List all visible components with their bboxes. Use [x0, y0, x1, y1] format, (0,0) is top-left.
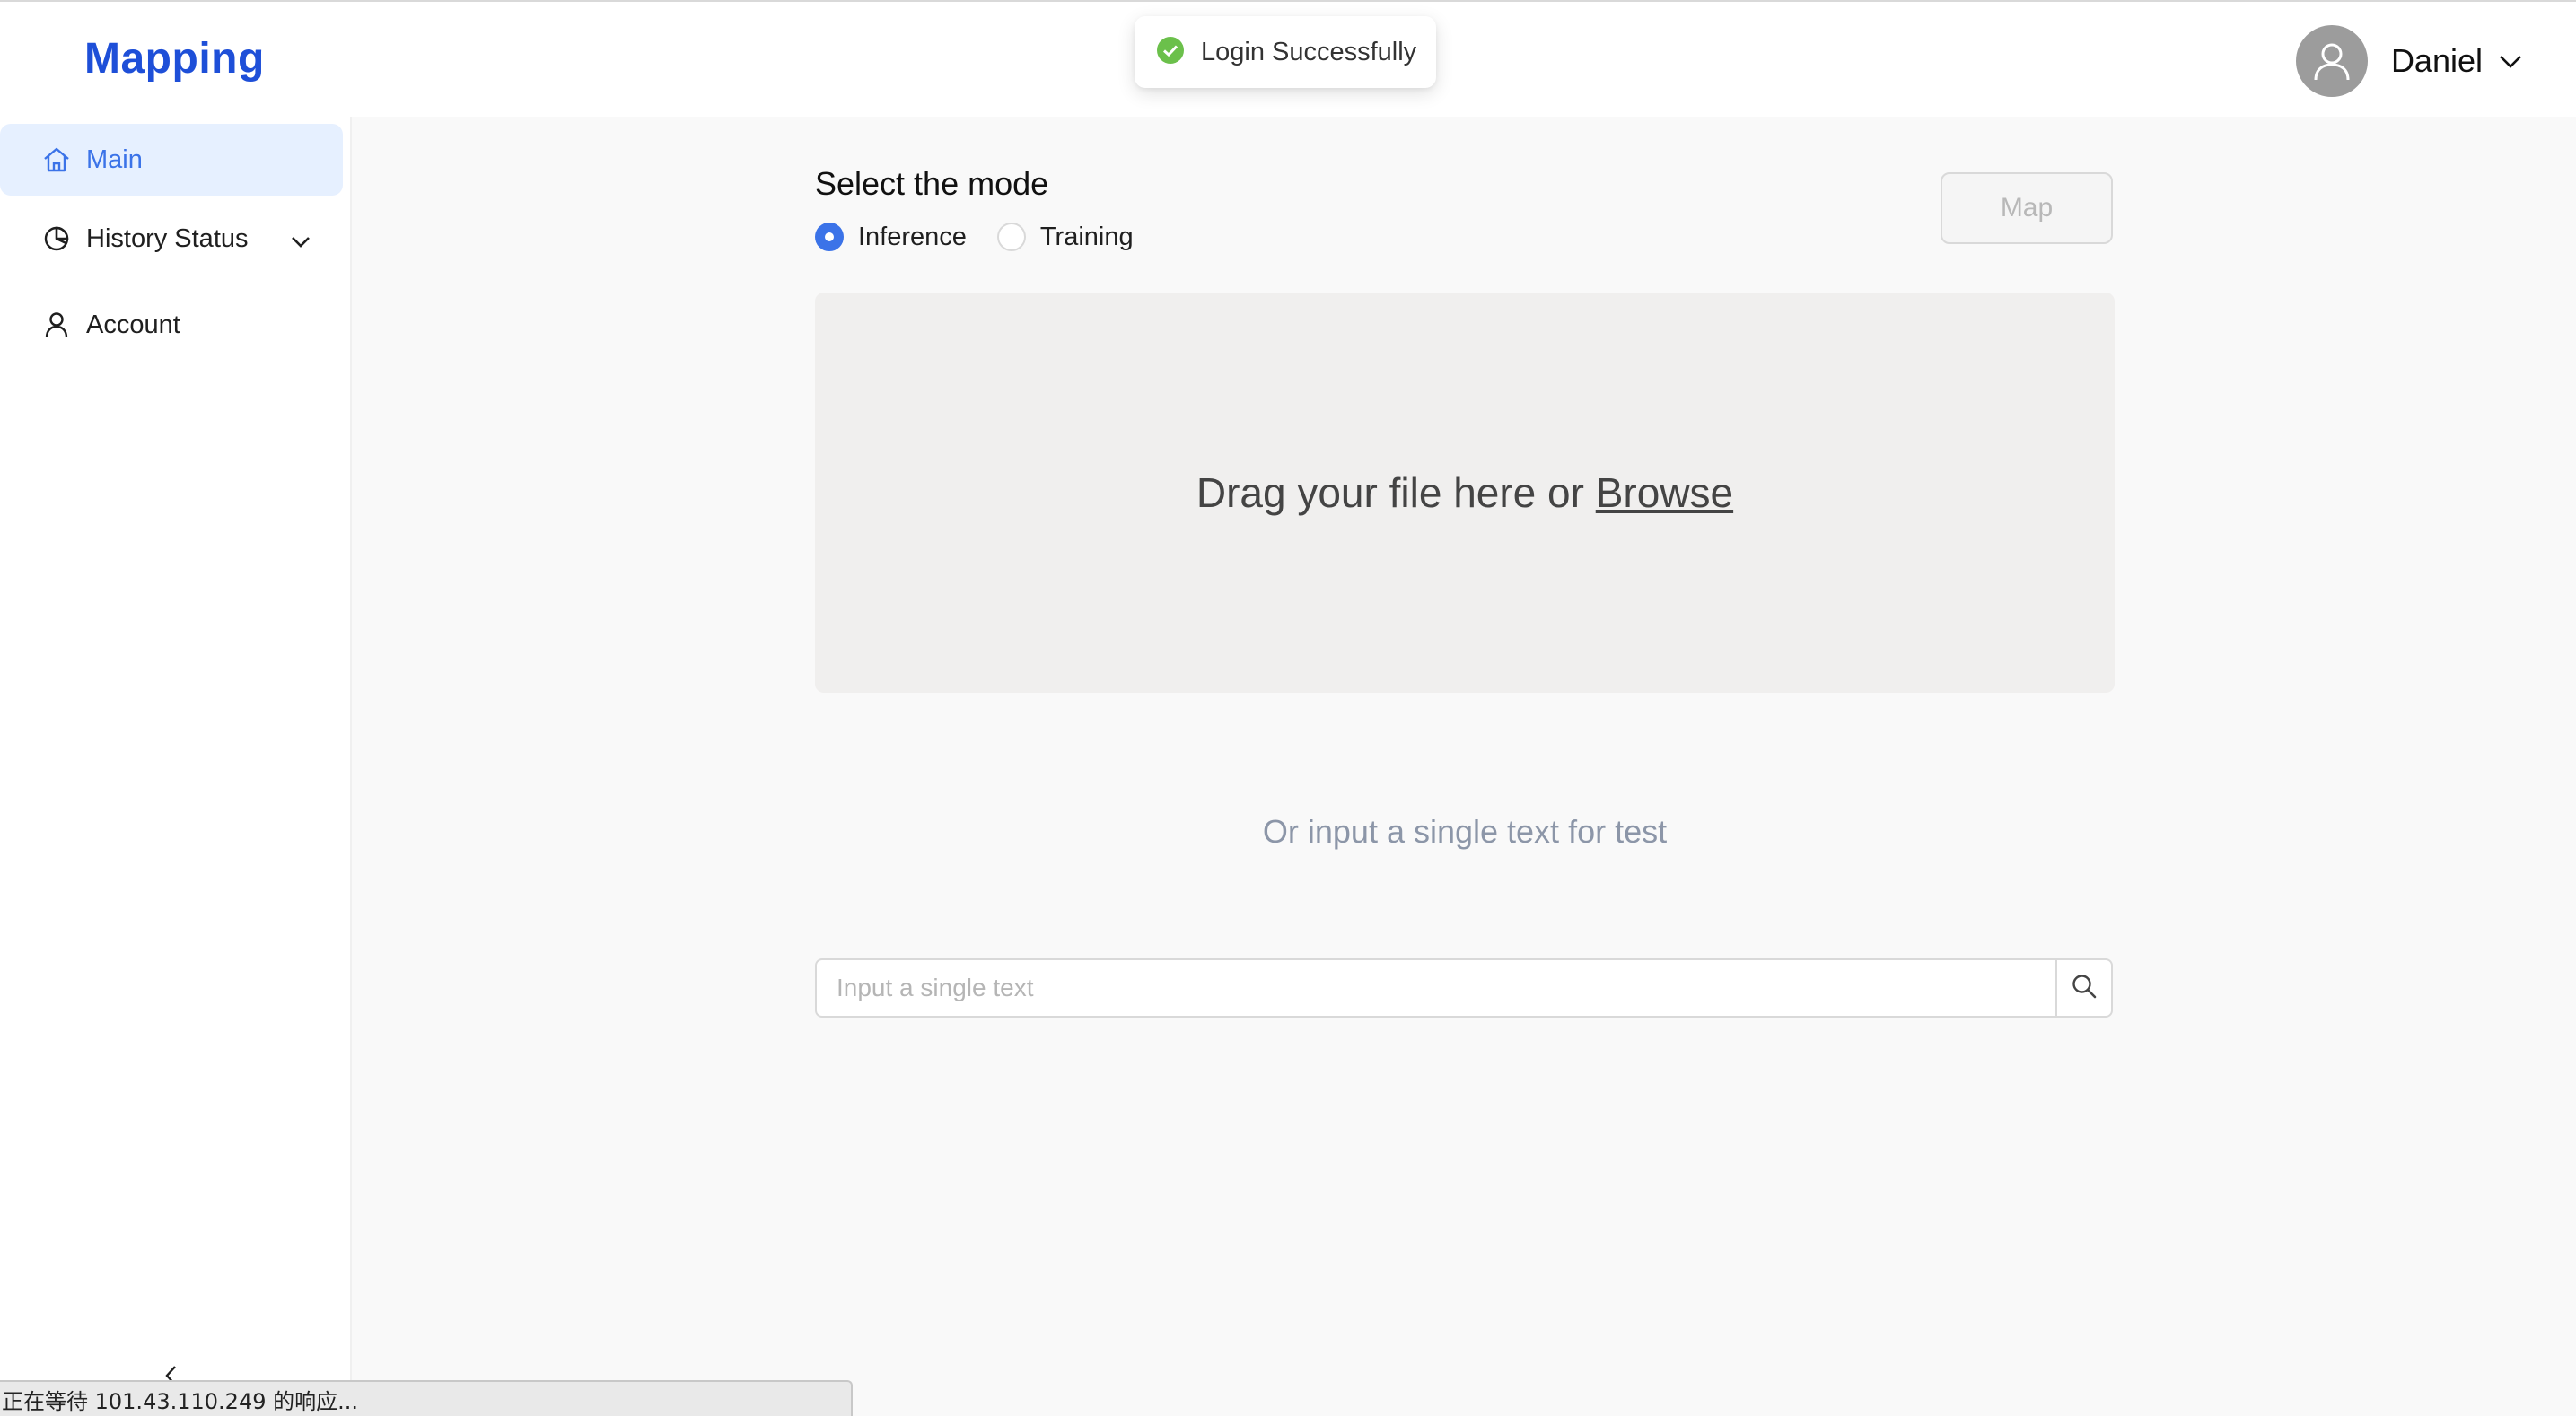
- search-button[interactable]: [2055, 960, 2111, 1016]
- browser-status-bar: 正在等待 101.43.110.249 的响应...: [0, 1380, 853, 1416]
- radio-inference[interactable]: Inference: [815, 223, 967, 252]
- mode-radio-group: Inference Training: [815, 221, 1164, 253]
- search-icon: [2071, 973, 2098, 1004]
- file-dropzone[interactable]: Drag your file here or Browse: [815, 293, 2115, 693]
- sidebar-item-history-status[interactable]: History Status: [0, 203, 343, 275]
- chevron-down-icon[interactable]: [2499, 55, 2522, 74]
- check-circle-icon: [1156, 36, 1185, 69]
- app-logo[interactable]: Mapping: [84, 34, 265, 83]
- chevron-down-icon[interactable]: [291, 226, 311, 256]
- radio-label[interactable]: Inference: [858, 223, 967, 252]
- browse-link[interactable]: Browse: [1596, 469, 1733, 516]
- sidebar-item-label: Account: [86, 310, 180, 339]
- radio-training[interactable]: Training: [996, 223, 1134, 252]
- dropzone-label: Drag your file here or: [1196, 469, 1584, 516]
- sidebar: Main History Status Account: [0, 117, 352, 1416]
- user-name[interactable]: Daniel: [2391, 42, 2483, 80]
- dropzone-text: Drag your file here or Browse: [1196, 468, 1733, 517]
- single-text-hint: Or input a single text for test: [1262, 813, 1668, 850]
- user-avatar-icon[interactable]: [2295, 25, 2368, 97]
- sidebar-item-label: Main: [86, 144, 143, 174]
- pie-chart-icon: [41, 223, 72, 254]
- sidebar-item-main[interactable]: Main: [0, 124, 343, 196]
- home-icon: [41, 144, 72, 175]
- radio-button[interactable]: [815, 223, 844, 251]
- radio-label[interactable]: Training: [1040, 223, 1134, 252]
- mode-title: Select the mode: [815, 165, 1049, 202]
- toast-message: Login Successfully: [1201, 37, 1417, 66]
- user-menu[interactable]: Daniel: [2295, 25, 2522, 97]
- app-window: Mapping Daniel Login Successfully Main H…: [0, 0, 2576, 1416]
- sidebar-item-account[interactable]: Account: [0, 289, 343, 361]
- user-icon: [41, 310, 72, 340]
- sidebar-item-label: History Status: [86, 223, 249, 253]
- single-text-search: [815, 958, 2113, 1018]
- radio-button[interactable]: [996, 223, 1026, 251]
- login-success-toast: Login Successfully: [1135, 16, 1436, 88]
- single-text-input[interactable]: [817, 960, 2055, 1016]
- map-button[interactable]: Map: [1941, 172, 2113, 244]
